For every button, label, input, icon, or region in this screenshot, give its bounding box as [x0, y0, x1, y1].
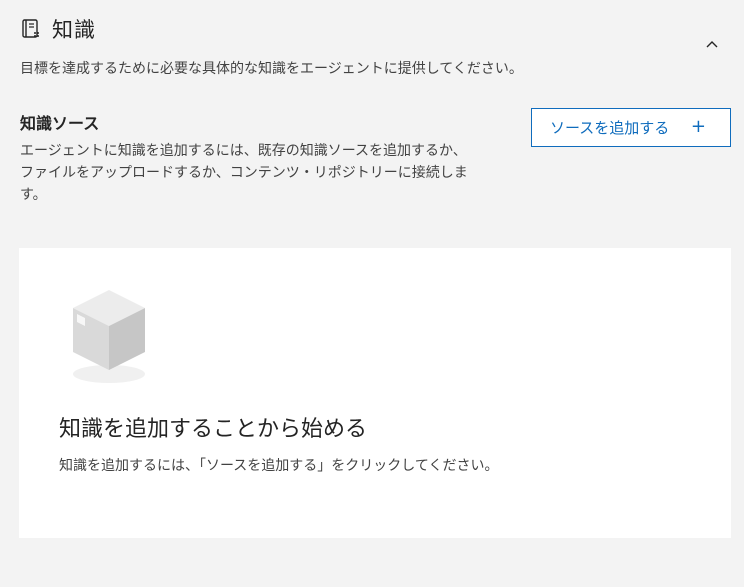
knowledge-panel: 知識 目標を達成するために必要な具体的な知識をエージェントに提供してください。 … [0, 0, 744, 587]
box-icon [69, 286, 149, 386]
plus-icon: + [690, 116, 706, 137]
panel-header: 知識 [20, 14, 96, 44]
knowledge-sources-title: 知識ソース [20, 114, 100, 133]
empty-state-title: 知識を追加することから始める [59, 417, 368, 442]
empty-state-description: 知識を追加するには、「ソースを追加する」をクリックしてください。 [59, 458, 499, 474]
add-source-button-label: ソースを追加する [550, 119, 670, 137]
page-title: 知識 [52, 18, 96, 42]
chevron-up-icon [706, 41, 718, 48]
collapse-button[interactable] [700, 34, 724, 54]
add-source-button[interactable]: ソースを追加する + [531, 108, 731, 147]
panel-description: 目標を達成するために必要な具体的な知識をエージェントに提供してください。 [20, 61, 523, 77]
empty-state-card: 知識を追加することから始める 知識を追加するには、「ソースを追加する」をクリック… [19, 248, 731, 538]
book-icon [20, 18, 42, 40]
knowledge-sources-description: エージェントに知識を追加するには、既存の知識ソースを追加するか、ファイルをアップ… [20, 143, 468, 203]
